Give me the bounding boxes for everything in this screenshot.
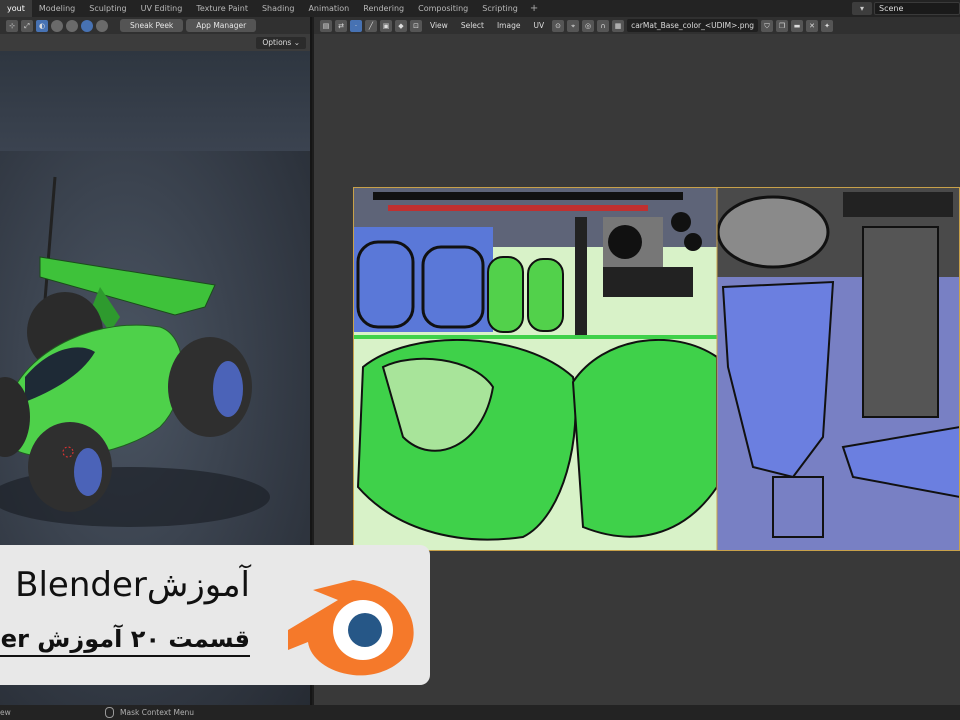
status-left-text: ew — [0, 708, 11, 717]
fake-user-icon[interactable]: ⛉ — [761, 19, 774, 32]
sticky-select-icon[interactable]: ⊡ — [410, 19, 422, 32]
menu-select[interactable]: Select — [456, 21, 489, 30]
status-hint: Mask Context Menu — [120, 708, 195, 717]
shading-material-icon[interactable] — [66, 19, 78, 32]
shading-solid-icon[interactable] — [51, 19, 63, 32]
vertex-select-icon[interactable]: · — [350, 19, 362, 32]
tab-texture-paint[interactable]: Texture Paint — [189, 0, 255, 17]
image-name-field[interactable]: carMat_Base_color_<UDIM>.png — [627, 19, 759, 32]
tab-layout[interactable]: yout — [0, 0, 32, 17]
shading-options-icon[interactable] — [96, 19, 108, 32]
blender-logo-icon — [288, 580, 414, 676]
tab-modeling[interactable]: Modeling — [32, 0, 82, 17]
scene-icon[interactable]: ▾ — [852, 2, 872, 15]
editor-type-icon[interactable]: ▤ — [320, 19, 332, 32]
sync-selection-icon[interactable]: ⇄ — [335, 19, 347, 32]
tab-sculpting[interactable]: Sculpting — [82, 0, 133, 17]
island-select-icon[interactable]: ◆ — [395, 19, 407, 32]
falloff-icon[interactable]: ∩ — [597, 19, 610, 32]
sneak-peek-button[interactable]: Sneak Peek — [120, 19, 184, 32]
tab-rendering[interactable]: Rendering — [356, 0, 411, 17]
banner-title: آموزشBlender — [15, 565, 250, 605]
mouse-icon — [105, 707, 114, 718]
overlay-icon[interactable]: ◐ — [36, 19, 48, 32]
add-workspace-button[interactable]: + — [525, 3, 543, 14]
transform-icon[interactable]: ⤢ — [21, 19, 33, 32]
workspace-tabs-bar: yout Modeling Sculpting UV Editing Textu… — [0, 0, 960, 17]
tab-scripting[interactable]: Scripting — [475, 0, 525, 17]
options-dropdown[interactable]: Options ⌄ — [256, 37, 306, 49]
image-browse-icon[interactable]: ▦ — [612, 19, 625, 32]
menu-view[interactable]: View — [425, 21, 453, 30]
scene-selector: ▾ Scene — [852, 1, 960, 16]
blender-window: yout Modeling Sculpting UV Editing Textu… — [0, 0, 960, 720]
tab-uv-editing[interactable]: UV Editing — [134, 0, 190, 17]
tutorial-banner: آموزشBlender قسمت ۲۰ آموزش Blender — [0, 545, 430, 685]
pivot-icon[interactable]: ⊙ — [552, 19, 565, 32]
banner-subtitle: قسمت ۲۰ آموزش Blender — [0, 625, 250, 657]
open-image-icon[interactable]: ▬ — [791, 19, 804, 32]
uv-editor-header: ▤ ⇄ · ╱ ▣ ◆ ⊡ View Select Image UV ⊙ ⌖ ◎… — [314, 17, 960, 34]
select-mode-icon[interactable]: ⊹ — [6, 19, 18, 32]
options-row: Options ⌄ — [256, 37, 306, 49]
tab-animation[interactable]: Animation — [301, 0, 356, 17]
options-label: Options — [262, 38, 292, 47]
pin-icon[interactable]: ✦ — [821, 19, 834, 32]
rc-car-render — [0, 176, 270, 527]
menu-uv[interactable]: UV — [528, 21, 549, 30]
face-select-icon[interactable]: ▣ — [380, 19, 392, 32]
menu-image[interactable]: Image — [492, 21, 526, 30]
app-manager-button[interactable]: App Manager — [186, 19, 257, 32]
shading-rendered-icon[interactable] — [81, 19, 93, 32]
uv-texture-image — [353, 187, 960, 551]
scene-name-field[interactable]: Scene — [874, 2, 960, 15]
backdrop — [0, 51, 310, 151]
new-image-icon[interactable]: ❐ — [776, 19, 789, 32]
snap-icon[interactable]: ⌖ — [567, 19, 580, 32]
tab-shading[interactable]: Shading — [255, 0, 302, 17]
tab-compositing[interactable]: Compositing — [411, 0, 475, 17]
proportional-edit-icon[interactable]: ◎ — [582, 19, 595, 32]
viewport-header: ⊹ ⤢ ◐ Sneak Peek App Manager — [0, 17, 310, 34]
status-bar: ew Mask Context Menu — [0, 705, 960, 720]
edge-select-icon[interactable]: ╱ — [365, 19, 377, 32]
unlink-image-icon[interactable]: ✕ — [806, 19, 819, 32]
